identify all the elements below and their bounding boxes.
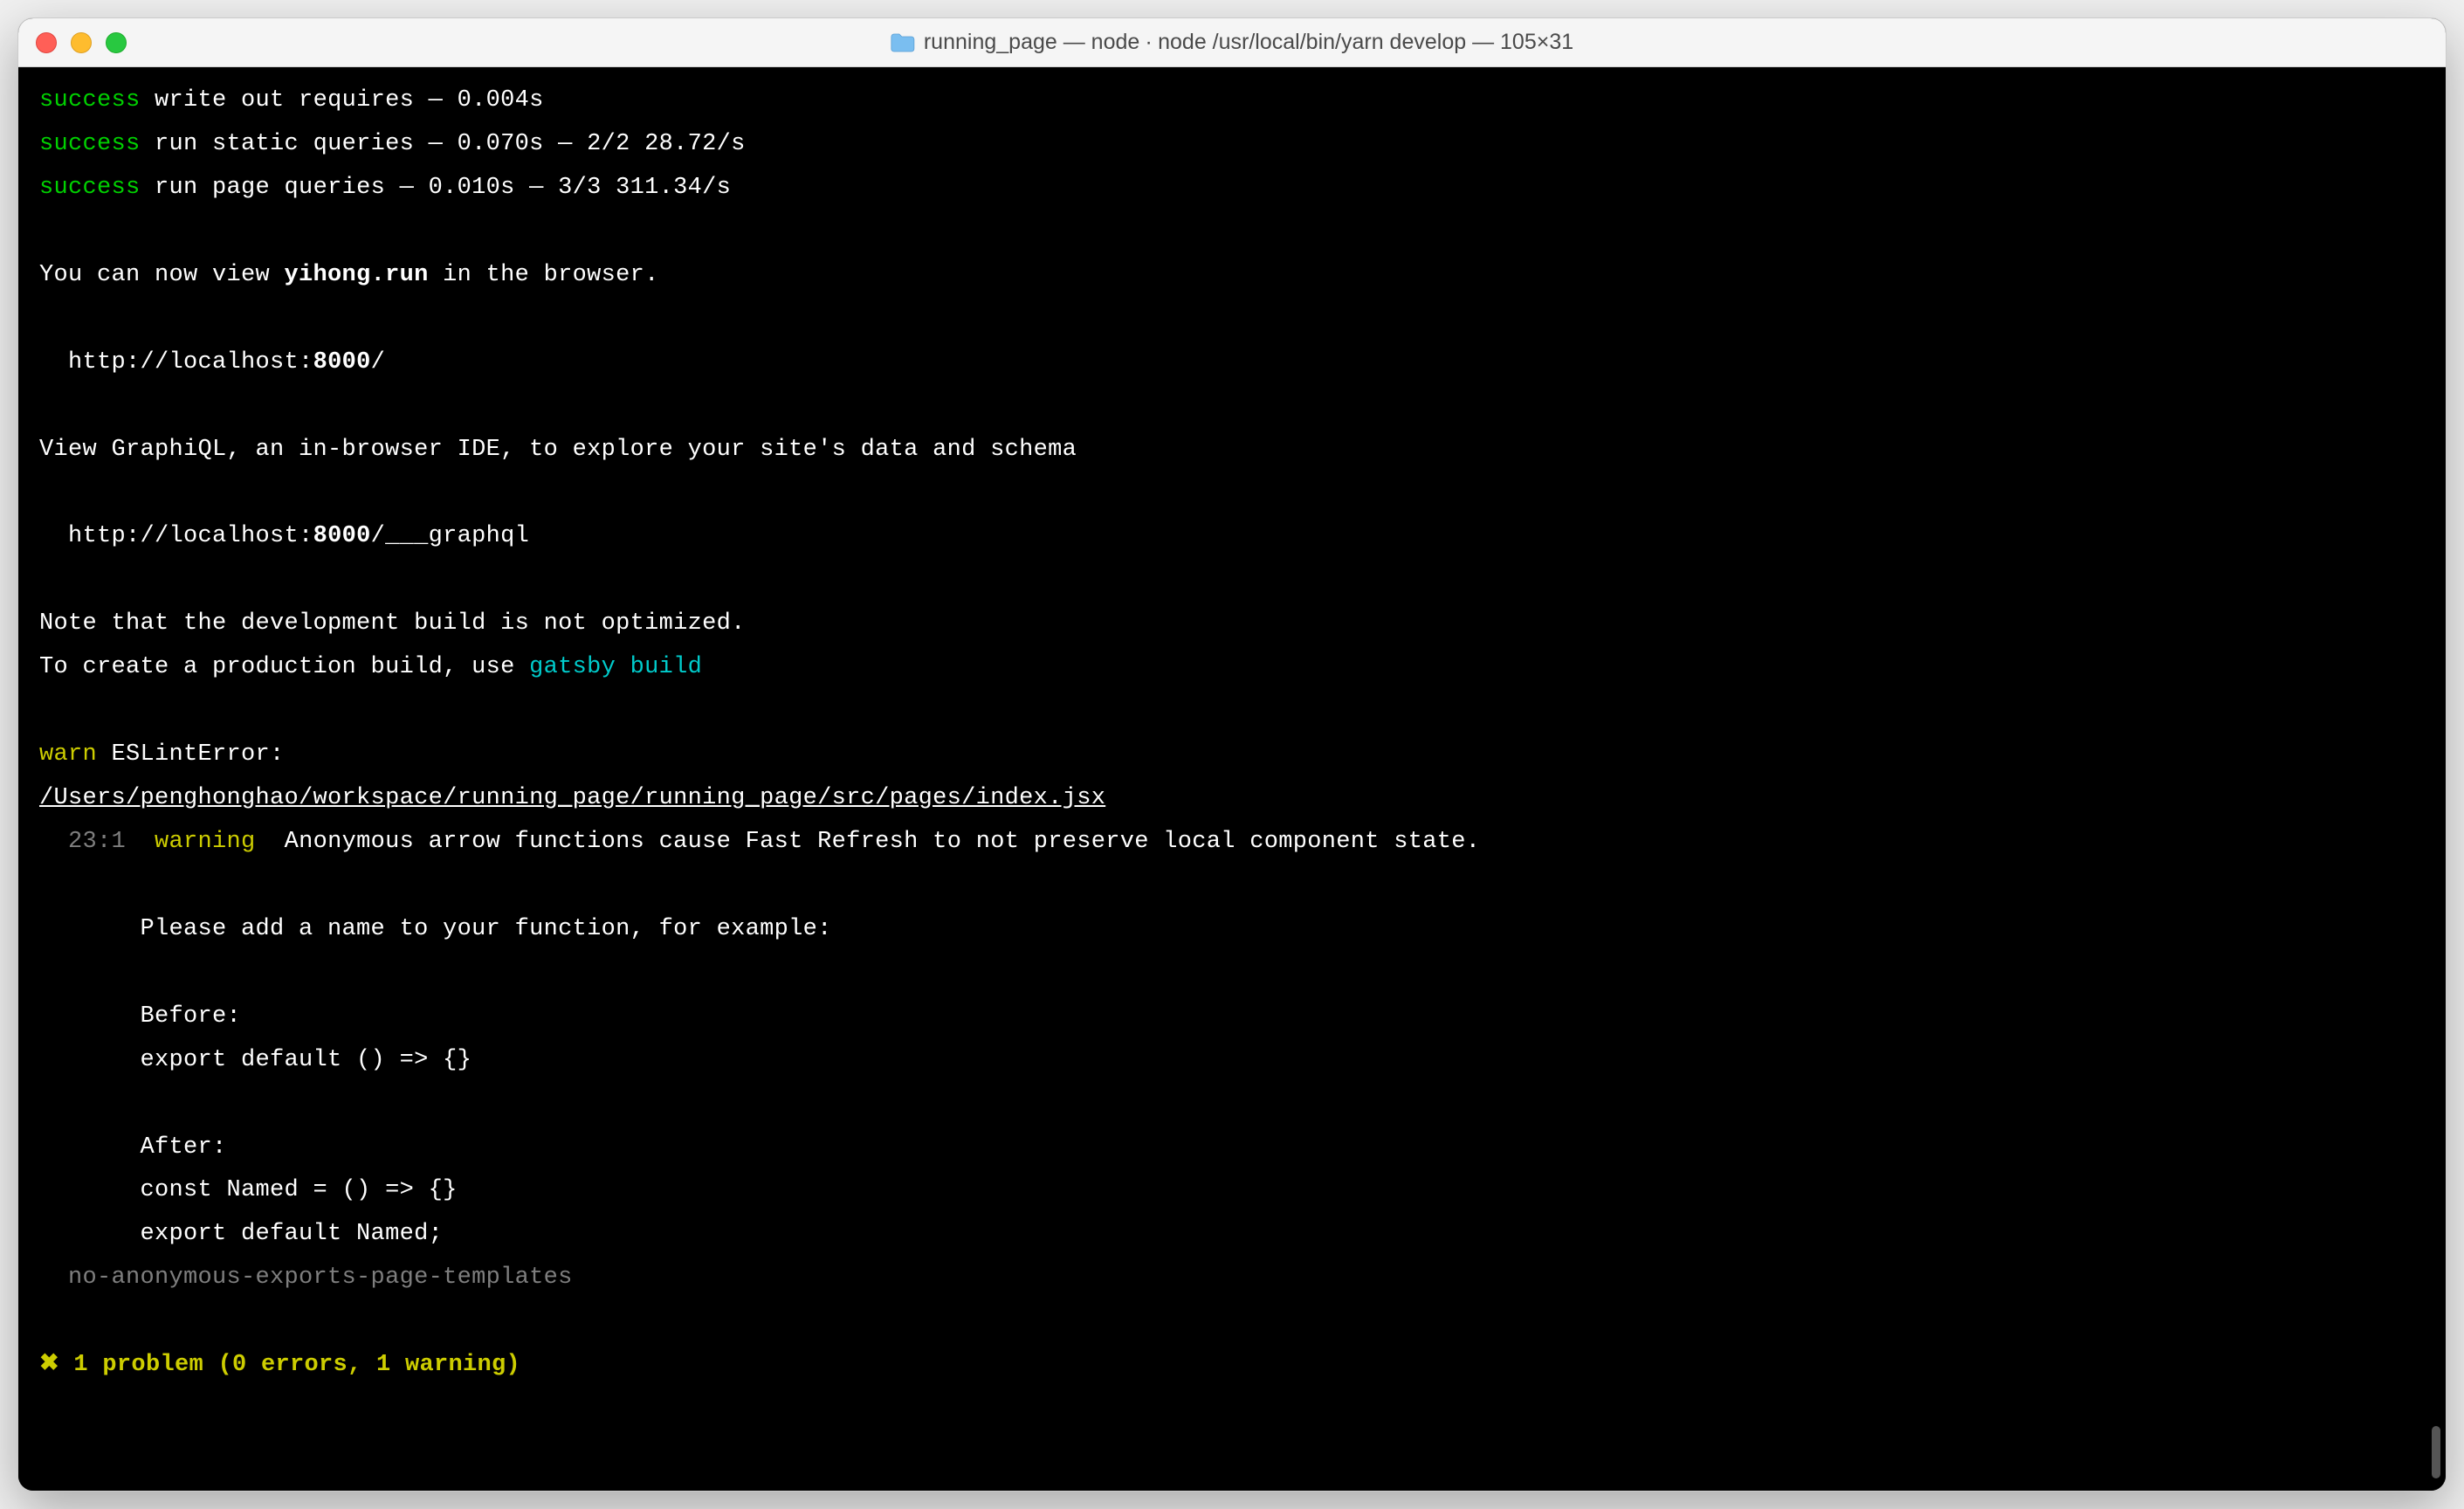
output-text: write out requires — 0.004s: [141, 87, 544, 114]
output-text: After:: [39, 1134, 227, 1161]
output-text: View GraphiQL, an in-browser IDE, to exp…: [39, 437, 1077, 463]
output-text: To create a production build, use: [39, 654, 529, 680]
output-text: in the browser.: [429, 262, 659, 288]
command-text: gatsby build: [529, 654, 702, 680]
title-bar: running_page — node ∙ node /usr/local/bi…: [18, 18, 2446, 67]
warning-message: Anonymous arrow functions cause Fast Ref…: [256, 829, 1481, 855]
url-prefix: http://localhost:: [39, 523, 313, 549]
output-text: Note that the development build is not o…: [39, 610, 746, 637]
site-name: yihong.run: [285, 262, 429, 288]
scrollbar-thumb[interactable]: [2432, 1426, 2440, 1478]
window-title: running_page — node ∙ node /usr/local/bi…: [924, 30, 1573, 55]
url-prefix: http://localhost:: [39, 349, 313, 376]
status-warn: warn: [39, 741, 97, 768]
status-success: success: [39, 175, 141, 201]
folder-icon: [891, 33, 915, 52]
warning-label: warning: [126, 829, 256, 855]
problem-summary: ✖ 1 problem (0 errors, 1 warning): [39, 1352, 520, 1378]
output-text: const Named = () => {}: [39, 1177, 458, 1203]
window-title-container: running_page — node ∙ node /usr/local/bi…: [891, 30, 1573, 55]
output-text: Before:: [39, 1003, 241, 1030]
eslint-rule: no-anonymous-exports-page-templates: [39, 1264, 573, 1291]
minimize-window-button[interactable]: [71, 32, 92, 53]
output-text: You can now view: [39, 262, 285, 288]
output-text: ESLintError:: [97, 741, 285, 768]
url-suffix: /___graphql: [371, 523, 530, 549]
url-suffix: /: [371, 349, 386, 376]
status-success: success: [39, 131, 141, 157]
close-window-button[interactable]: [36, 32, 57, 53]
traffic-lights: [36, 32, 127, 53]
url-port: 8000: [313, 523, 371, 549]
output-text: export default Named;: [39, 1221, 443, 1247]
status-success: success: [39, 87, 141, 114]
maximize-window-button[interactable]: [106, 32, 127, 53]
file-path: /Users/penghonghao/workspace/running_pag…: [39, 785, 1105, 811]
url-port: 8000: [313, 349, 371, 376]
output-text: Please add a name to your function, for …: [39, 916, 832, 942]
terminal-window: running_page — node ∙ node /usr/local/bi…: [17, 17, 2447, 1492]
output-text: run static queries — 0.070s — 2/2 28.72/…: [141, 131, 746, 157]
output-text: run page queries — 0.010s — 3/3 311.34/s: [141, 175, 732, 201]
location: 23:1: [39, 829, 126, 855]
terminal-output[interactable]: success write out requires — 0.004s succ…: [18, 67, 2446, 1491]
output-text: export default () => {}: [39, 1047, 471, 1073]
